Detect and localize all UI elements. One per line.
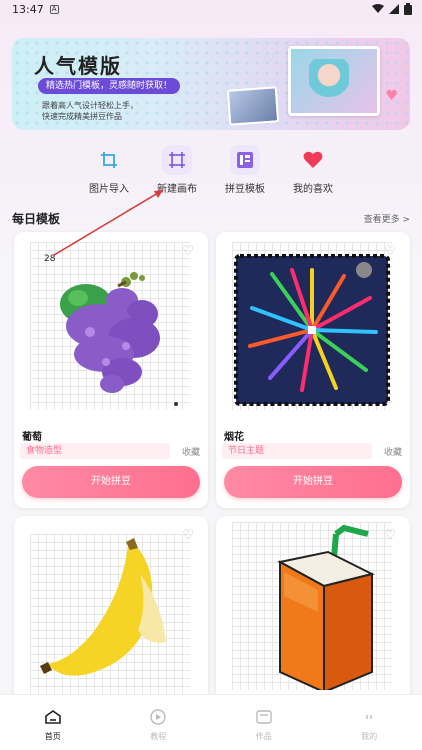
popular-templates-banner[interactable]: 人气模版 精选热门模板，灵感随时获取！ 跟着高人气设计轻松上手， 快速完成精美拼… <box>12 38 410 130</box>
shortcut-my-favorites[interactable]: 我的喜欢 <box>278 145 348 195</box>
banner-character-image <box>288 46 380 116</box>
bottom-tab-bar: 首页 教程 作品 我的 <box>0 694 422 750</box>
shortcut-row: 图片导入 新建画布 拼豆模板 我的喜欢 <box>0 145 422 195</box>
banner-chip: 精选热门模板，灵感随时获取！ <box>38 78 181 94</box>
favorite-heart-icon[interactable]: ♡ <box>182 244 194 259</box>
shortcut-label: 图片导入 <box>89 184 129 195</box>
shortcut-image-import[interactable]: 图片导入 <box>74 145 144 195</box>
user-icon <box>317 709 422 725</box>
template-card-grape[interactable]: 28 ♡ 葡萄 食物造型 收藏 开始拼豆 <box>14 232 208 508</box>
fireworks-pixel-art <box>234 254 390 406</box>
banner-subtitle-line1: 跟着高人气设计轻松上手， <box>42 101 138 110</box>
shortcut-bead-template[interactable]: 拼豆模板 <box>210 145 280 195</box>
grape-pixel-art <box>60 272 178 406</box>
start-beading-button[interactable]: 开始拼豆 <box>224 466 402 498</box>
notification-icon: A <box>49 4 59 14</box>
shortcut-label: 拼豆模板 <box>225 184 265 195</box>
favorite-heart-icon[interactable]: ♡ <box>384 528 396 543</box>
tab-tutorial[interactable]: 教程 <box>106 695 212 750</box>
card-tag: 食物造型 <box>20 443 170 459</box>
tab-label: 我的 <box>361 732 378 741</box>
banner-heart-outline-icon: ♡ <box>263 52 274 66</box>
banner-heart-icon: ♥ <box>385 88 398 104</box>
tab-works[interactable]: 作品 <box>211 695 317 750</box>
play-circle-icon <box>106 709 212 725</box>
tab-label: 首页 <box>44 732 61 741</box>
template-icon <box>230 145 260 175</box>
battery-icon <box>404 3 412 15</box>
card-tag: 节日主题 <box>222 443 372 459</box>
banner-subtitle: 跟着高人气设计轻松上手， 快速完成精美拼豆作品 <box>42 100 138 122</box>
collect-button[interactable]: 收藏 <box>182 445 200 458</box>
juice-pattern-image <box>232 522 392 694</box>
tab-label: 教程 <box>150 732 167 741</box>
status-time: 13:47 <box>12 2 44 16</box>
tab-home[interactable]: 首页 <box>0 695 106 750</box>
pattern-count-label: 28 <box>44 254 56 264</box>
template-card-banana[interactable]: ♡ <box>14 516 208 706</box>
shortcut-label: 新建画布 <box>157 184 197 195</box>
shortcut-label: 我的喜欢 <box>293 184 333 195</box>
banner-subtitle-line2: 快速完成精美拼豆作品 <box>42 112 122 121</box>
status-bar: 13:47 A <box>0 0 422 18</box>
view-more-link[interactable]: 查看更多 > <box>364 212 410 225</box>
juice-box-pixel-art <box>277 524 375 694</box>
heart-icon <box>298 145 328 175</box>
canvas-icon <box>162 145 192 175</box>
section-title: 每日模板 <box>12 212 61 226</box>
banner-title: 人气模版 <box>34 54 122 78</box>
folder-icon <box>211 709 317 725</box>
collect-button[interactable]: 收藏 <box>384 445 402 458</box>
card-title: 烟花 <box>224 432 244 443</box>
start-beading-button[interactable]: 开始拼豆 <box>22 466 200 498</box>
favorite-heart-icon[interactable]: ♡ <box>384 244 396 259</box>
grape-pattern-image <box>30 242 190 410</box>
wifi-icon <box>372 4 384 13</box>
crop-icon <box>94 145 124 175</box>
shortcut-new-canvas[interactable]: 新建画布 <box>142 145 212 195</box>
fireworks-pattern-image <box>232 242 392 410</box>
signal-icon <box>389 4 399 14</box>
template-card-juice[interactable]: ♡ <box>216 516 410 706</box>
favorite-heart-icon[interactable]: ♡ <box>182 528 194 543</box>
tab-label: 作品 <box>255 732 272 741</box>
card-title: 葡萄 <box>22 432 42 443</box>
daily-templates-header: 每日模板 查看更多 > <box>12 210 410 227</box>
banana-pixel-art <box>40 538 166 676</box>
home-icon <box>0 709 106 725</box>
template-card-fireworks[interactable]: ♡ 烟花 节日主题 收藏 开始拼豆 <box>216 232 410 508</box>
tab-mine[interactable]: 我的 <box>317 695 422 750</box>
banana-pattern-image <box>30 534 190 702</box>
banner-photo-small <box>226 86 280 126</box>
